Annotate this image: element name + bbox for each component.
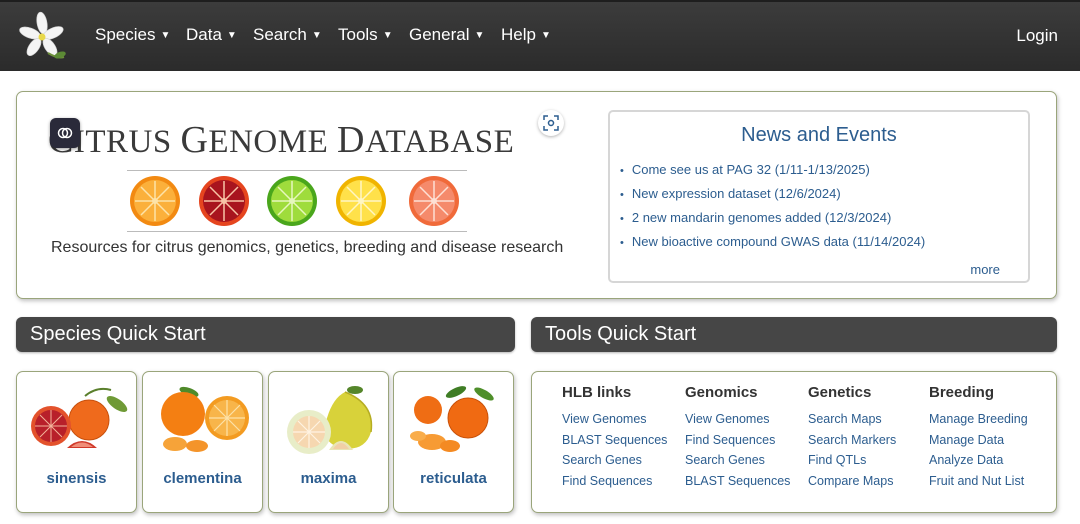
tool-column-genomics: Genomics View Genomes Find Sequences Sea… — [685, 384, 790, 494]
reticulata-fruit-image-icon — [410, 386, 494, 452]
news-title: News and Events — [741, 124, 897, 146]
lime-slice-icon — [267, 176, 317, 226]
nav-search[interactable]: Search ▼ — [253, 25, 322, 45]
tool-column-heading: HLB links — [562, 384, 632, 401]
nav-help[interactable]: Help ▼ — [501, 25, 551, 45]
tools-quick-start-header: Tools Quick Start — [531, 317, 1057, 352]
species-label: maxima — [300, 470, 357, 487]
grapefruit-slice-icon — [409, 176, 459, 226]
banner-divider-top — [127, 170, 467, 171]
tool-column-hlb: HLB links View Genomes BLAST Sequences S… — [562, 384, 667, 494]
caret-down-icon: ▼ — [226, 30, 237, 41]
species-card-sinensis[interactable]: sinensis — [16, 371, 137, 513]
tool-link[interactable]: View Genomes — [685, 412, 790, 433]
orange-slice-icon — [130, 176, 180, 226]
tool-column-heading: Genomics — [685, 384, 758, 401]
tool-link[interactable]: View Genomes — [562, 412, 667, 433]
tool-link[interactable]: Find QTLs — [808, 453, 896, 474]
tool-link[interactable]: Search Maps — [808, 412, 896, 433]
species-card-maxima[interactable]: maxima — [268, 371, 389, 513]
news-item[interactable]: 2 new mandarin genomes added (12/3/2024) — [620, 209, 925, 233]
site-title-banner: CITRUS GENOME DATABASE — [48, 119, 515, 161]
caret-down-icon: ▼ — [474, 30, 485, 41]
maxima-fruit-image-icon — [287, 386, 373, 454]
nav-data[interactable]: Data ▼ — [186, 25, 237, 45]
species-quick-start-header: Species Quick Start — [16, 317, 515, 352]
brain-icon[interactable] — [50, 118, 80, 148]
species-label: reticulata — [420, 470, 487, 487]
news-item[interactable]: New expression dataset (12/6/2024) — [620, 185, 925, 209]
news-item[interactable]: Come see us at PAG 32 (1/11-1/13/2025) — [620, 161, 925, 185]
tool-link[interactable]: Search Genes — [685, 453, 790, 474]
tool-link[interactable]: Find Sequences — [562, 474, 667, 495]
tool-link[interactable]: Fruit and Nut List — [929, 474, 1028, 495]
species-card-reticulata[interactable]: reticulata — [393, 371, 514, 513]
news-more-link[interactable]: more — [970, 262, 1000, 277]
tool-column-genetics: Genetics Search Maps Search Markers Find… — [808, 384, 896, 494]
nav-general[interactable]: General ▼ — [409, 25, 484, 45]
login-link[interactable]: Login — [1016, 26, 1058, 46]
sinensis-fruit-image-icon — [31, 387, 128, 448]
banner-divider-bottom — [127, 231, 467, 232]
tool-link[interactable]: Analyze Data — [929, 453, 1028, 474]
site-tagline: Resources for citrus genomics, genetics,… — [51, 239, 564, 256]
caret-down-icon: ▼ — [382, 30, 393, 41]
species-card-clementina[interactable]: clementina — [142, 371, 263, 513]
caret-down-icon: ▼ — [311, 30, 322, 41]
blood-orange-slice-icon — [199, 176, 249, 226]
species-label: sinensis — [46, 470, 107, 487]
tools-quick-start-panel: HLB links View Genomes BLAST Sequences S… — [531, 371, 1057, 513]
tool-link[interactable]: Manage Breeding — [929, 412, 1028, 433]
top-navbar: Species ▼ Data ▼ Search ▼ Tools ▼ General ▼ H… — [0, 0, 1080, 71]
news-events-box: News and Events Come see us at PAG 32 (1… — [608, 110, 1030, 283]
citrus-blossom-logo-icon[interactable] — [14, 9, 70, 65]
tool-link[interactable]: Search Markers — [808, 433, 896, 454]
nav-tools[interactable]: Tools ▼ — [338, 25, 393, 45]
news-item[interactable]: New bioactive compound GWAS data (11/14/… — [620, 233, 925, 257]
nav-species[interactable]: Species ▼ — [95, 25, 170, 45]
tool-link[interactable]: BLAST Sequences — [685, 474, 790, 495]
tool-link[interactable]: Compare Maps — [808, 474, 896, 495]
tool-link[interactable]: Manage Data — [929, 433, 1028, 454]
tool-column-heading: Genetics — [808, 384, 872, 401]
caret-down-icon: ▼ — [540, 30, 551, 41]
tool-column-breeding: Breeding Manage Breeding Manage Data Ana… — [929, 384, 1028, 494]
tool-link[interactable]: Search Genes — [562, 453, 667, 474]
species-label: clementina — [163, 470, 242, 487]
tool-link[interactable]: BLAST Sequences — [562, 433, 667, 454]
caret-down-icon: ▼ — [160, 30, 171, 41]
screenshot-scan-icon[interactable] — [538, 110, 564, 136]
tool-column-heading: Breeding — [929, 384, 995, 401]
lemon-slice-icon — [336, 176, 386, 226]
tool-link[interactable]: Find Sequences — [685, 433, 790, 454]
clementina-fruit-image-icon — [161, 386, 249, 452]
news-list: Come see us at PAG 32 (1/11-1/13/2025) N… — [620, 161, 925, 257]
